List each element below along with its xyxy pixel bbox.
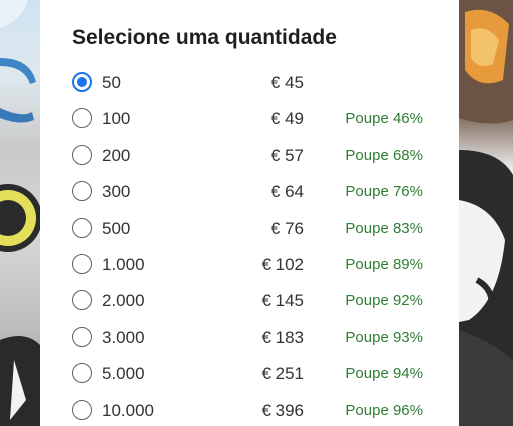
quantity-option[interactable]: 200 € 57 Poupe 68% xyxy=(40,137,459,173)
quantity-option[interactable]: 500 € 76 Poupe 83% xyxy=(40,210,459,246)
sticker-collage-left xyxy=(0,0,40,426)
savings-label: Poupe 96% xyxy=(345,401,423,419)
radio-button[interactable] xyxy=(72,144,92,165)
quantity-label: 50 xyxy=(102,73,121,92)
quantity-option[interactable]: 300 € 64 Poupe 76% xyxy=(40,173,459,209)
quantity-label: 2.000 xyxy=(102,291,145,311)
savings-label: Poupe 94% xyxy=(345,365,423,383)
quantity-option[interactable]: 3.000 € 183 Poupe 93% xyxy=(40,319,459,355)
price-label: € 76 xyxy=(270,218,304,238)
price-label: € 183 xyxy=(261,327,304,347)
quantity-option[interactable]: 50 € 45 xyxy=(40,64,459,100)
quantity-label: 200 xyxy=(102,145,131,165)
radio-button[interactable] xyxy=(72,326,92,347)
radio-button[interactable] xyxy=(72,108,92,129)
quantity-label: 10.000 xyxy=(102,400,154,420)
price-label: € 57 xyxy=(270,145,304,165)
quantity-option[interactable]: 2.000 € 145 Poupe 92% xyxy=(40,282,459,318)
savings-label: Poupe 46% xyxy=(345,110,423,128)
quantity-label: 3.000 xyxy=(102,327,145,347)
radio-button[interactable] xyxy=(72,217,92,238)
panel-title: Selecione uma quantidade xyxy=(72,26,337,49)
savings-label: Poupe 93% xyxy=(345,328,423,346)
savings-label: Poupe 92% xyxy=(345,292,423,310)
background-sticker-photo-right xyxy=(459,0,513,426)
savings-label: Poupe 83% xyxy=(345,219,423,237)
quantity-label: 100 xyxy=(102,109,131,129)
price-label: € 45 xyxy=(270,73,304,92)
radio-button[interactable] xyxy=(72,253,92,274)
quantity-option[interactable]: 1.000 € 102 Poupe 89% xyxy=(40,246,459,282)
price-label: € 145 xyxy=(261,291,304,311)
quantity-label: 500 xyxy=(102,218,131,238)
quantity-option[interactable]: 10.000 € 396 Poupe 96% xyxy=(40,392,459,426)
savings-label: Poupe 68% xyxy=(345,146,423,164)
quantity-label: 5.000 xyxy=(102,364,145,384)
price-label: € 102 xyxy=(261,254,304,274)
radio-button[interactable] xyxy=(72,399,92,420)
savings-label: Poupe 76% xyxy=(345,183,423,201)
quantity-option[interactable]: 100 € 49 Poupe 46% xyxy=(40,100,459,136)
background-sticker-photo-left xyxy=(0,0,40,426)
radio-button[interactable] xyxy=(72,181,92,202)
price-label: € 49 xyxy=(270,109,304,129)
price-label: € 64 xyxy=(270,182,304,202)
quantity-option[interactable]: 5.000 € 251 Poupe 94% xyxy=(40,355,459,391)
radio-button[interactable] xyxy=(72,290,92,311)
savings-label: Poupe 89% xyxy=(345,255,423,273)
radio-button[interactable] xyxy=(72,72,92,92)
price-label: € 396 xyxy=(261,400,304,420)
quantity-label: 300 xyxy=(102,182,131,202)
quantity-label: 1.000 xyxy=(102,254,145,274)
radio-button[interactable] xyxy=(72,363,92,384)
quantity-options-list: 50 € 45 100 € 49 Poupe 46% 200 € 57 Poupe 68% 30… xyxy=(40,64,459,426)
price-label: € 251 xyxy=(261,364,304,384)
quantity-selector-panel: Selecione uma quantidade 50 € 45 100 € 49 Po… xyxy=(40,0,459,426)
sticker-collage-right xyxy=(459,0,513,426)
